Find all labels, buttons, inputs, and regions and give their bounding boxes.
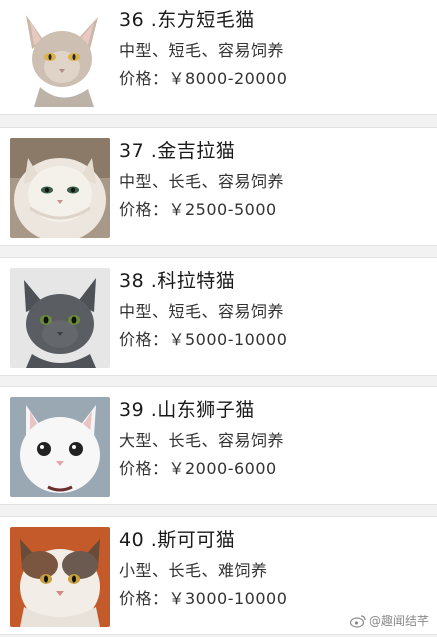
cat-breed-list-page: 36 .东方短毛猫 中型、短毛、容易饲养 价格：￥8000-20000 37 .… <box>0 0 437 637</box>
list-item[interactable]: 36 .东方短毛猫 中型、短毛、容易饲养 价格：￥8000-20000 <box>0 0 437 115</box>
calico-cat-photo <box>10 527 110 627</box>
shandong-lion-cat-photo <box>10 397 110 497</box>
breed-price: 价格：￥2000-6000 <box>119 459 277 478</box>
watermark-text: @趣闻结芊 <box>368 614 429 628</box>
korat-photo <box>10 268 110 368</box>
chinchilla-photo <box>10 138 110 238</box>
breed-title: 36 .东方短毛猫 <box>119 9 255 31</box>
breed-title: 40 .斯可可猫 <box>119 529 236 551</box>
breed-price: 价格：￥8000-20000 <box>119 69 288 88</box>
breed-title: 37 .金吉拉猫 <box>119 140 236 162</box>
breed-title: 39 .山东狮子猫 <box>119 399 255 421</box>
list-item[interactable]: 37 .金吉拉猫 中型、长毛、容易饲养 价格：￥2500-5000 <box>0 127 437 246</box>
list-item[interactable]: 39 .山东狮子猫 大型、长毛、容易饲养 价格：￥2000-6000 <box>0 386 437 505</box>
breed-price: 价格：￥5000-10000 <box>119 330 288 349</box>
weibo-icon <box>349 614 366 628</box>
breed-price: 价格：￥2500-5000 <box>119 200 277 219</box>
watermark: @趣闻结芊 <box>349 612 429 629</box>
breed-tags: 大型、长毛、容易饲养 <box>119 431 285 450</box>
oriental-shorthair-photo <box>10 7 110 107</box>
breed-title: 38 .科拉特猫 <box>119 270 236 292</box>
breed-tags: 中型、短毛、容易饲养 <box>119 302 285 321</box>
breed-price: 价格：￥3000-10000 <box>119 589 288 608</box>
breed-tags: 中型、长毛、容易饲养 <box>119 172 285 191</box>
list-item[interactable]: 38 .科拉特猫 中型、短毛、容易饲养 价格：￥5000-10000 <box>0 257 437 376</box>
breed-tags: 中型、短毛、容易饲养 <box>119 41 285 60</box>
breed-tags: 小型、长毛、难饲养 <box>119 561 268 580</box>
